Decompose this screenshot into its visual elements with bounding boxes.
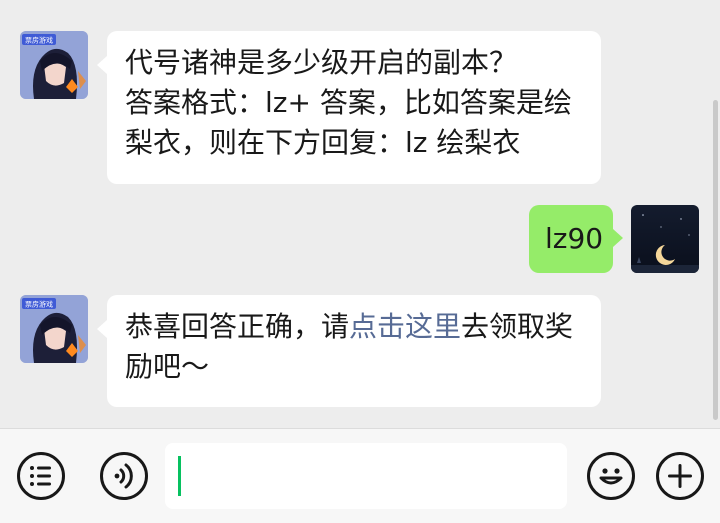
question-line-2: 答案格式：lz+ 答案，比如答案是绘 — [125, 86, 572, 119]
input-toolbar — [0, 428, 720, 523]
voice-icon — [114, 463, 133, 489]
reward-line-2: 励吧～ — [125, 350, 210, 383]
incoming-reward-bubble[interactable]: 恭喜回答正确，请点击这里去领取奖 励吧～ — [107, 295, 601, 407]
bubble-tail — [97, 56, 107, 74]
message-input[interactable] — [165, 443, 567, 509]
bubble-tail — [97, 320, 107, 338]
question-line-1: 代号诸神是多少级开启的副本？ — [125, 46, 518, 79]
voice-button[interactable] — [100, 452, 148, 500]
reward-line-1: 恭喜回答正确，请点击这里去领取奖 — [125, 307, 583, 347]
reward-text-before: 恭喜回答正确，请 — [125, 310, 350, 343]
bot-avatar[interactable]: 票房游戏 — [20, 31, 88, 99]
text-caret — [178, 456, 181, 496]
plus-icon — [668, 464, 692, 488]
game-badge-text: 票房游戏 — [25, 300, 53, 309]
incoming-question-bubble[interactable]: 代号诸神是多少级开启的副本？ 答案格式：lz+ 答案，比如答案是绘 梨衣，则在下… — [107, 31, 601, 184]
bubble-tail — [613, 229, 623, 247]
outgoing-answer-bubble[interactable]: lz90 — [529, 205, 613, 273]
emoji-button[interactable] — [587, 452, 635, 500]
reward-link[interactable]: 点击这里 — [349, 310, 461, 343]
question-line-3: 梨衣，则在下方回复：lz 绘梨衣 — [125, 126, 521, 159]
emoji-icon — [599, 468, 623, 485]
user-avatar[interactable] — [631, 205, 699, 273]
reward-text-after: 去领取奖 — [461, 310, 574, 343]
answer-text: lz90 — [545, 222, 604, 255]
menu-button[interactable] — [17, 452, 65, 500]
chat-area: 票房游戏 代号诸神是多少级开启的副本？ 答案格式：lz+ 答案，比如答案是绘 梨… — [0, 0, 720, 428]
add-button[interactable] — [656, 452, 704, 500]
game-badge-text: 票房游戏 — [25, 36, 53, 45]
scrollbar[interactable] — [713, 100, 718, 420]
list-icon — [30, 466, 51, 486]
bot-avatar[interactable]: 票房游戏 — [20, 295, 88, 363]
